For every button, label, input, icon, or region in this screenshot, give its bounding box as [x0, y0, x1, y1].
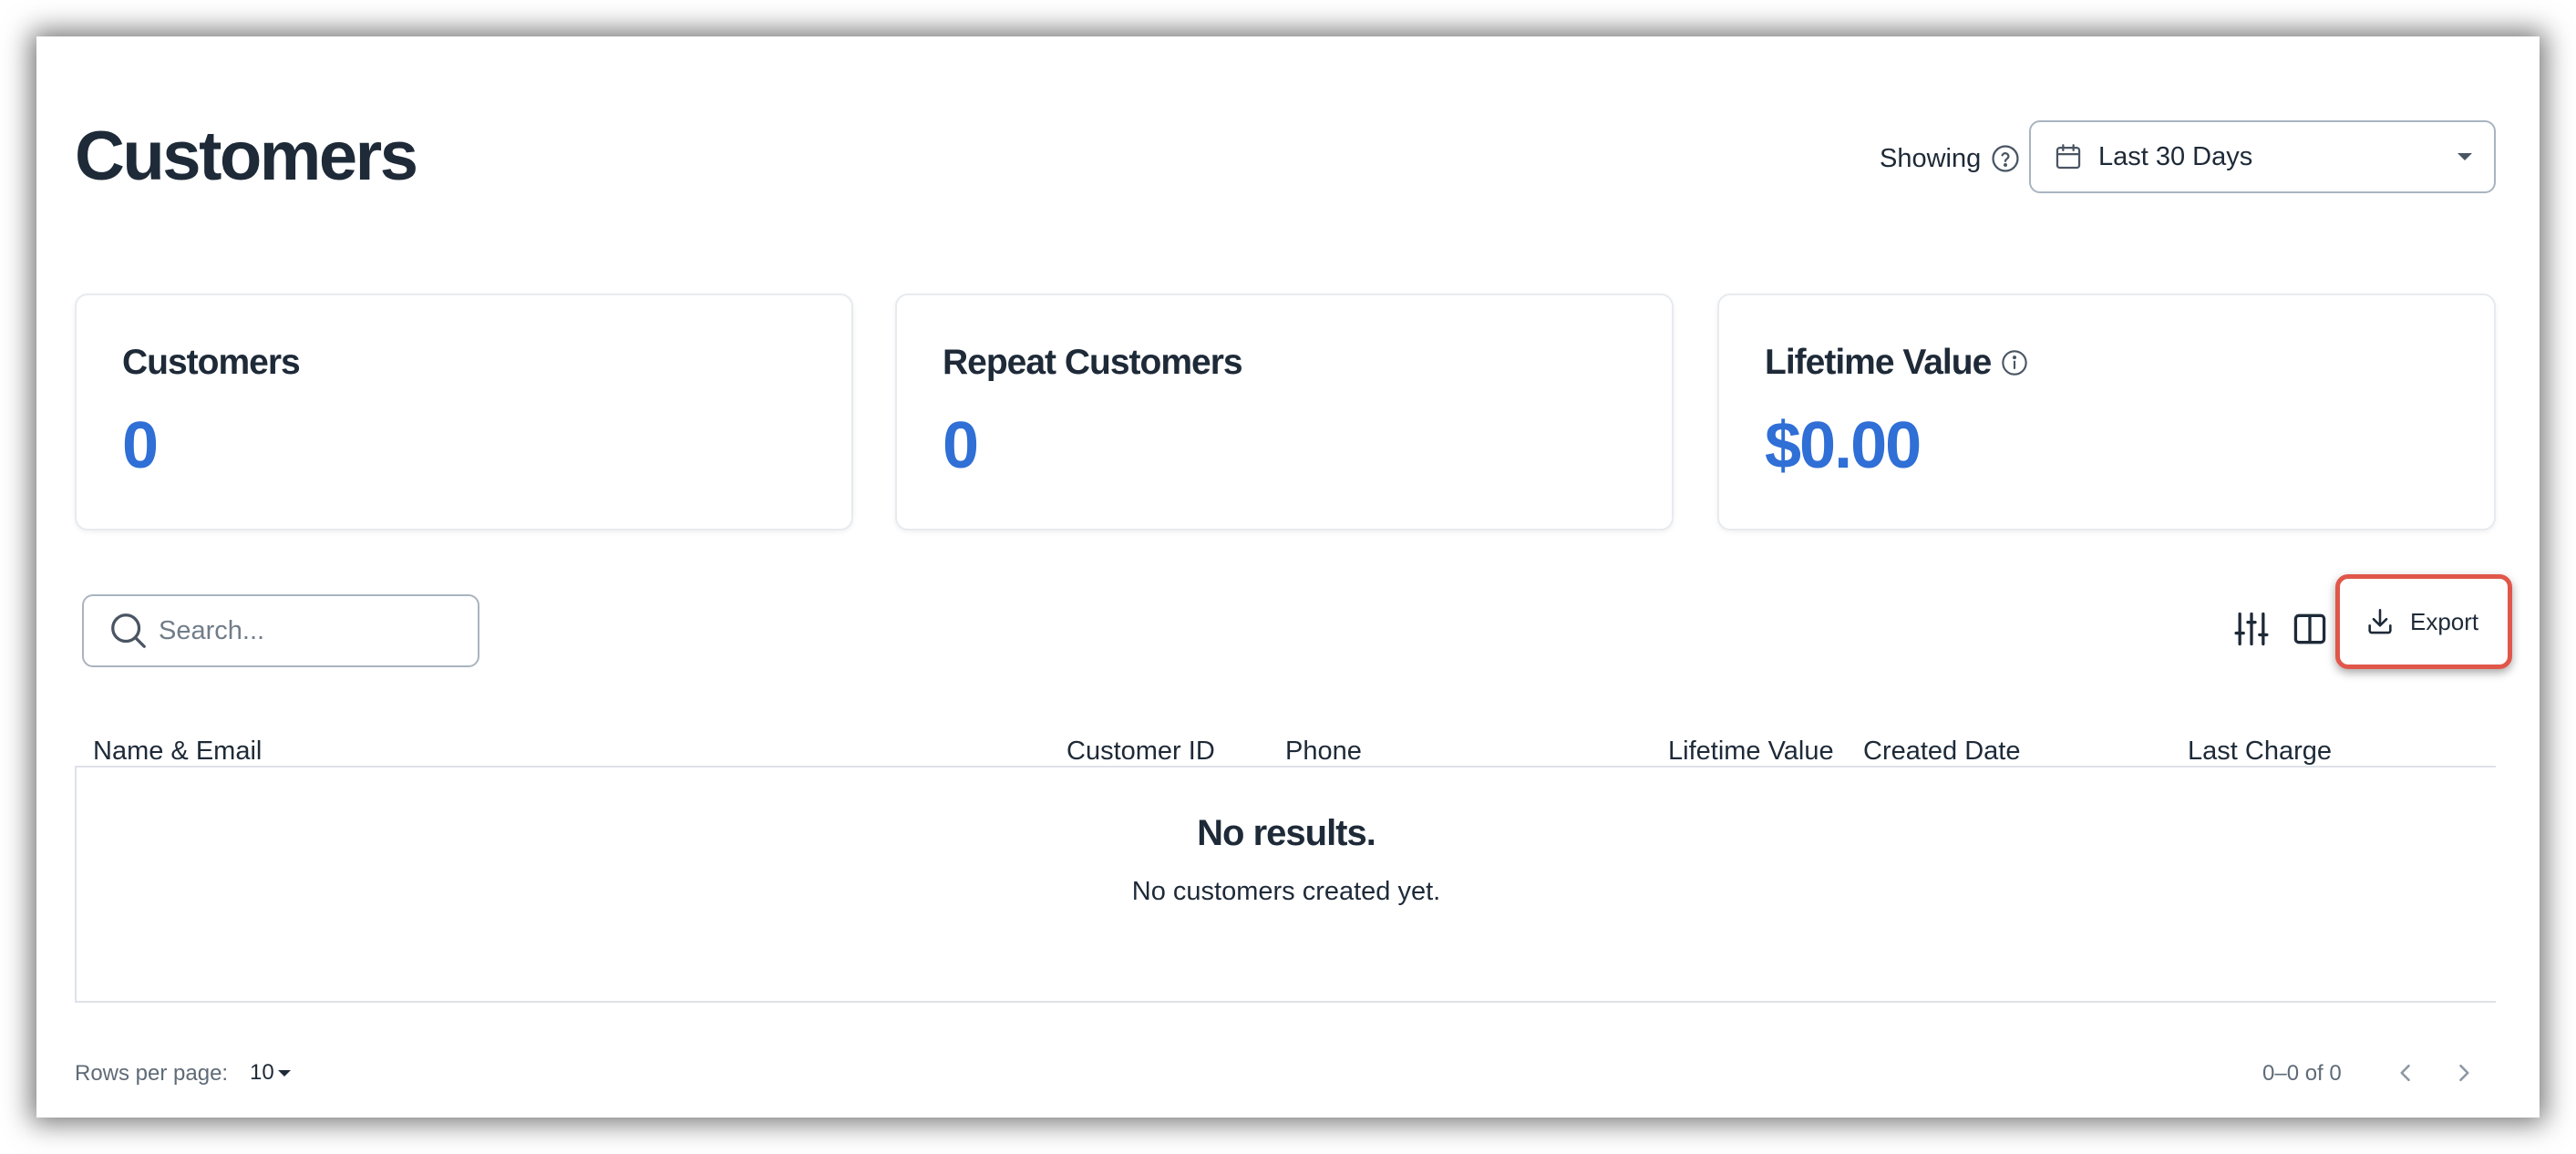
stat-card-title: Lifetime Value [1765, 343, 2029, 383]
column-header-phone[interactable]: Phone [1285, 737, 1362, 767]
stat-card-lifetime-value: Lifetime Value $0.00 [1717, 294, 2496, 531]
export-button[interactable]: Export [2365, 602, 2478, 642]
stat-card-title: Repeat Customers [943, 343, 1243, 382]
empty-state-subtitle: No customers created yet. [1131, 877, 1441, 906]
search-input[interactable] [159, 615, 450, 646]
column-header-last-charge[interactable]: Last Charge [2188, 737, 2332, 767]
page-title: Customers [75, 118, 418, 195]
stat-card-customers: Customers 0 [75, 294, 853, 531]
chevron-right-icon[interactable] [2448, 1057, 2479, 1088]
date-range-select[interactable]: Last 30 Days [2029, 120, 2496, 193]
caret-down-icon [277, 1069, 291, 1077]
columns-icon[interactable] [2290, 609, 2330, 649]
page-range: 0–0 of 0 [2262, 1061, 2342, 1086]
chevron-left-icon[interactable] [2390, 1057, 2421, 1088]
column-header-customer-id[interactable]: Customer ID [1066, 737, 1215, 767]
showing-label-group: Showing [1880, 139, 2021, 179]
search-box[interactable] [82, 594, 479, 667]
download-icon [2368, 608, 2392, 634]
column-header-name-email[interactable]: Name & Email [93, 737, 262, 767]
empty-state-title: No results. [1197, 813, 1376, 853]
stat-card-value: $0.00 [1765, 409, 1922, 482]
sliders-icon[interactable] [2231, 609, 2272, 649]
table-body: No results. No customers created yet. [75, 766, 2496, 1003]
chevron-down-icon [2458, 153, 2472, 160]
rows-per-page-label: Rows per page: [75, 1061, 229, 1086]
calendar-icon [2053, 141, 2084, 172]
search-icon [111, 613, 146, 648]
column-header-created-date[interactable]: Created Date [1863, 737, 2021, 767]
info-circle-icon[interactable] [2000, 348, 2029, 377]
export-label: Export [2410, 607, 2479, 635]
date-range-value: Last 30 Days [2098, 141, 2253, 171]
help-circle-icon[interactable] [1990, 143, 2021, 174]
stat-card-value: 0 [122, 409, 159, 482]
stat-card-value: 0 [943, 409, 979, 482]
rows-per-page-select[interactable]: 10 [250, 1059, 291, 1087]
rows-per-page-value: 10 [250, 1060, 274, 1085]
stat-card-repeat-customers: Repeat Customers 0 [895, 294, 1674, 531]
app-window: Customers Showing Last 30 Days Customers… [36, 36, 2540, 1118]
column-header-lifetime-value[interactable]: Lifetime Value [1668, 737, 1834, 767]
stat-card-title: Customers [122, 343, 301, 382]
showing-label: Showing [1880, 143, 1982, 173]
